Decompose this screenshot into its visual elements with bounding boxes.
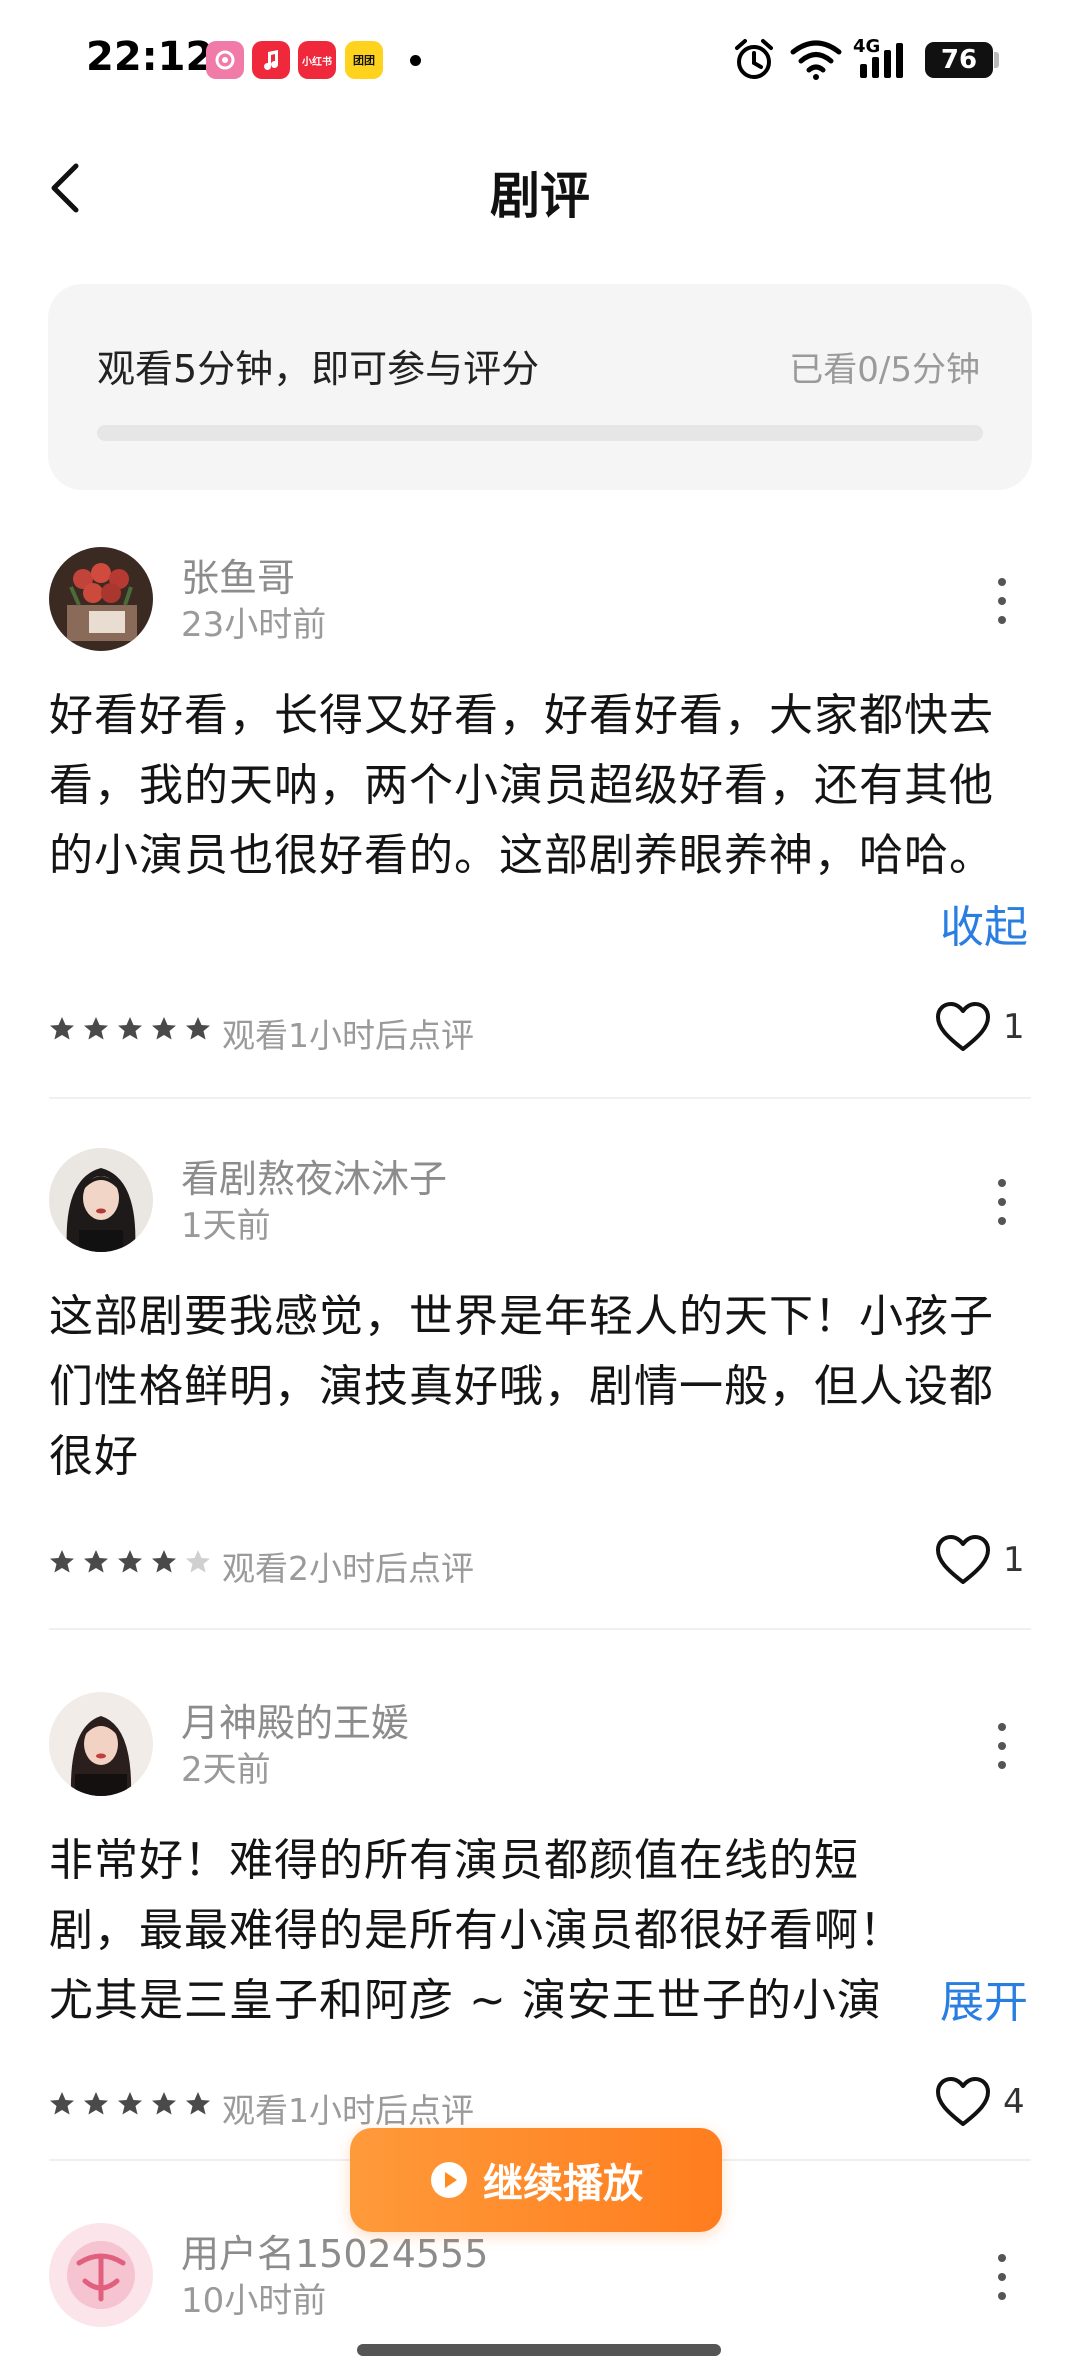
music-app-icon [252, 41, 290, 79]
watch-progress-card: 观看5分钟，即可参与评分 已看0/5分钟 [48, 284, 1032, 490]
star-rating [49, 2091, 211, 2117]
more-options-button[interactable] [982, 2247, 1022, 2307]
star-filled-icon [84, 1550, 108, 1573]
battery-indicator: 76 [925, 42, 993, 78]
star-filled-icon [152, 1550, 176, 1573]
review-time: 2天前 [181, 1750, 271, 1790]
header: 剧评 [0, 130, 1080, 250]
star-filled-icon [118, 1550, 142, 1573]
star-filled-icon [50, 1550, 74, 1573]
avatar[interactable] [49, 547, 153, 651]
review-content: 这部剧要我感觉，世界是年轻人的天下！小孩子们性格鲜明，演技真好哦，剧情一般，但人… [49, 1291, 994, 1482]
page-title: 剧评 [490, 167, 590, 225]
review-content: 非常好！难得的所有演员都颜值在线的短剧，最最难得的是所有小演员都很好看啊！尤其是… [49, 1835, 904, 2026]
review-item: 月神殿的王媛 2天前 非常好！难得的所有演员都颜值在线的短剧，最最难得的是所有小… [0, 1692, 1080, 2130]
wifi-icon [790, 40, 842, 80]
star-rating [49, 1549, 211, 1575]
continue-play-button[interactable]: 继续播放 [350, 2128, 722, 2232]
continue-play-label: 继续播放 [483, 2161, 643, 2207]
status-bar: 22:12 小红书 团团 4G 76 [0, 0, 1080, 120]
divider [49, 1097, 1031, 1099]
review-time: 10小时前 [181, 2281, 327, 2321]
xiaohongshu-app-icon: 小红书 [298, 41, 336, 79]
watch-note: 观看2小时后点评 [222, 1549, 474, 1588]
divider [49, 1628, 1031, 1630]
camera-app-icon [206, 41, 244, 79]
star-filled-icon [152, 2092, 176, 2115]
star-filled-icon [84, 2092, 108, 2115]
username[interactable]: 张鱼哥 [181, 547, 295, 602]
heart-icon[interactable] [934, 1001, 992, 1053]
star-filled-icon [152, 1017, 176, 1040]
more-options-button[interactable] [982, 1172, 1022, 1232]
heart-icon[interactable] [934, 1534, 992, 1586]
status-time: 22:12 [86, 34, 214, 80]
like-count: 4 [1003, 2082, 1025, 2122]
username[interactable]: 月神殿的王媛 [181, 1692, 409, 1747]
star-filled-icon [50, 2092, 74, 2115]
notification-dot [410, 55, 421, 66]
avatar[interactable] [49, 1148, 153, 1252]
collapse-link[interactable]: 收起 [940, 891, 1028, 955]
watch-tip: 观看5分钟，即可参与评分 [97, 347, 540, 391]
avatar[interactable] [49, 1692, 153, 1796]
more-options-button[interactable] [982, 571, 1022, 631]
review-time: 1天前 [181, 1206, 271, 1246]
expand-link[interactable]: 展开 [940, 1966, 1028, 2030]
username[interactable]: 看剧熬夜沐沐子 [181, 1148, 447, 1203]
review-item: 张鱼哥 23小时前 好看好看，长得又好看，好看好看，大家都快去看，我的天呐，两个… [0, 547, 1080, 1095]
alarm-icon [735, 39, 773, 79]
yellow-app-icon: 团团 [345, 41, 383, 79]
review-item: 看剧熬夜沐沐子 1天前 这部剧要我感觉，世界是年轻人的天下！小孩子们性格鲜明，演… [0, 1148, 1080, 1638]
star-filled-icon [186, 2092, 210, 2115]
star-filled-icon [84, 1017, 108, 1040]
more-options-button[interactable] [982, 1716, 1022, 1776]
home-indicator[interactable] [357, 2344, 721, 2356]
star-rating [49, 1016, 211, 1042]
avatar[interactable] [49, 2223, 153, 2327]
review-content: 好看好看，长得又好看，好看好看，大家都快去看，我的天呐，两个小演员超级好看，还有… [49, 690, 994, 881]
signal-icon [860, 43, 903, 78]
like-count: 1 [1003, 1540, 1025, 1580]
star-filled-icon [50, 1017, 74, 1040]
star-empty-icon [186, 1550, 210, 1573]
like-count: 1 [1003, 1007, 1025, 1047]
watch-progress-text: 已看0/5分钟 [789, 350, 980, 390]
heart-icon[interactable] [934, 2076, 992, 2128]
star-filled-icon [118, 1017, 142, 1040]
screen: 22:12 小红书 团团 4G 76 剧评 观看5分钟，即可参与评分 已看0/5… [0, 0, 1080, 2374]
play-icon [431, 2162, 467, 2198]
watch-note: 观看1小时后点评 [222, 2091, 474, 2130]
star-filled-icon [186, 1017, 210, 1040]
review-time: 23小时前 [181, 605, 327, 645]
watch-note: 观看1小时后点评 [222, 1016, 474, 1055]
watch-progress-bar [97, 425, 983, 441]
battery-tip [994, 52, 999, 68]
star-filled-icon [118, 2092, 142, 2115]
